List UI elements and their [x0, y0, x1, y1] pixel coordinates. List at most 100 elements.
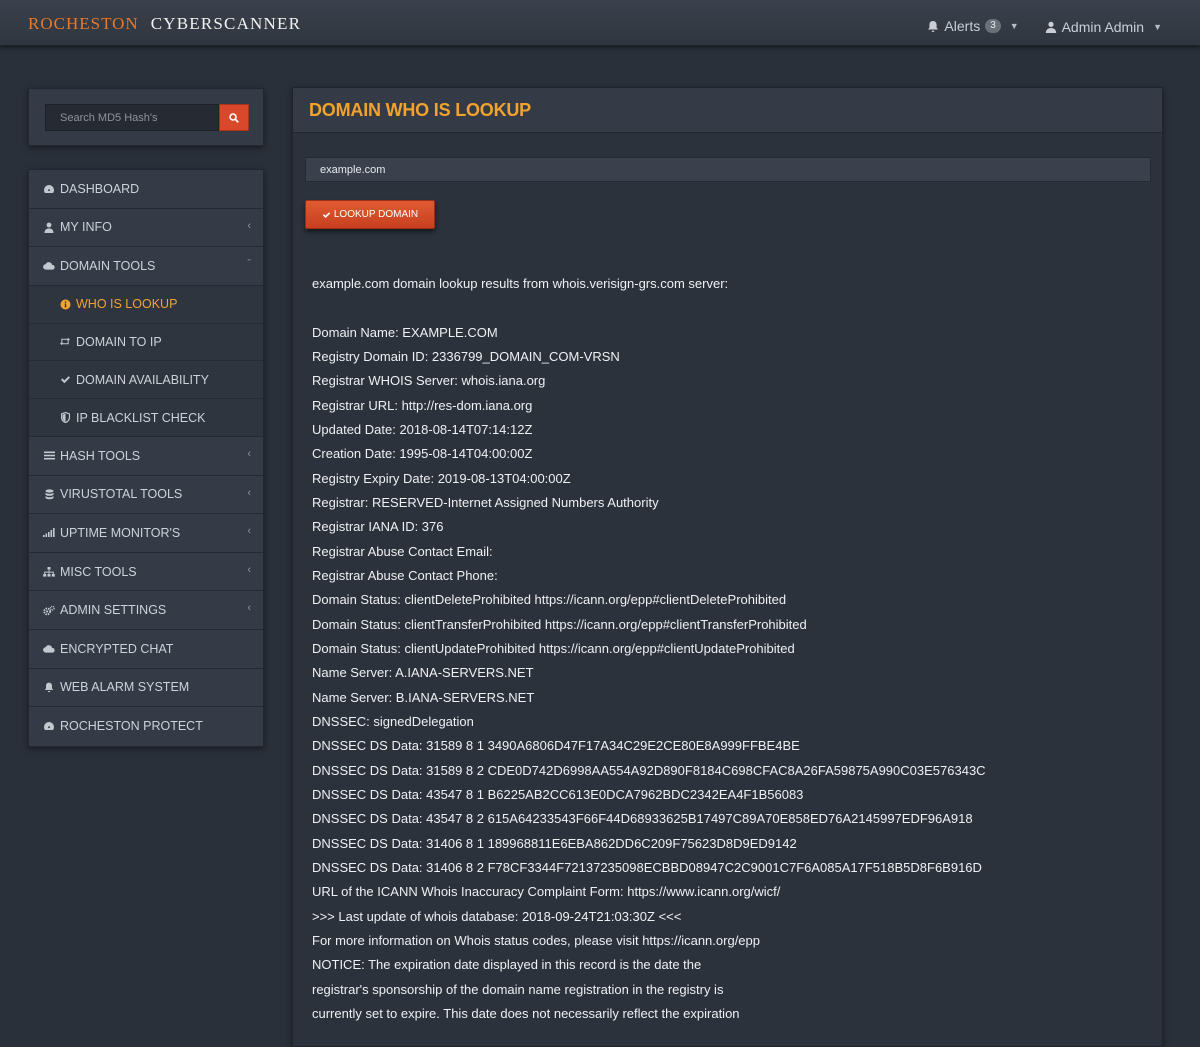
- main-panel: DOMAIN WHO IS LOOKUP LOOKUP DOMAIN examp…: [292, 87, 1163, 1047]
- sidebar-item-hash-tools[interactable]: HASH TOOLS ‹: [29, 437, 263, 476]
- search-icon: [229, 112, 239, 123]
- sidebar-item-admin-settings[interactable]: ADMIN SETTINGS ‹: [29, 591, 263, 630]
- user-name: Admin Admin: [1061, 18, 1145, 35]
- result-line: Registrar IANA ID: 376: [312, 519, 444, 535]
- info-icon: [59, 299, 71, 310]
- result-line: DNSSEC DS Data: 31589 8 1 3490A6806D47F1…: [312, 738, 800, 754]
- list-icon: [43, 451, 55, 460]
- result-line: Domain Status: clientDeleteProhibited ht…: [312, 592, 787, 608]
- retweet-icon: [59, 337, 71, 346]
- result-line: DNSSEC DS Data: 31406 8 1 189968811E6EBA…: [312, 835, 797, 851]
- chevron-down-icon: ▼: [1009, 21, 1019, 31]
- lookup-domain-label: LOOKUP DOMAIN: [333, 209, 419, 220]
- result-line: registrar's sponsorship of the domain na…: [312, 981, 724, 997]
- top-bar: ROCHESTON CYBERSCANNER Alerts 3 ▼ Admin A…: [0, 0, 1200, 46]
- sidebar-search: [28, 88, 264, 146]
- user-icon: [43, 222, 55, 233]
- alerts-count-badge: 3: [985, 19, 1001, 33]
- sidebar-item-label: IP BLACKLIST CHECK: [76, 410, 206, 425]
- result-line: DNSSEC DS Data: 31589 8 2 CDE0D742D6998A…: [312, 762, 986, 778]
- result-line: Updated Date: 2018-08-14T07:14:12Z: [312, 421, 533, 437]
- sidebar-item-rocheston-protect[interactable]: ROCHESTON PROTECT: [29, 707, 263, 746]
- sitemap-icon: [43, 566, 55, 577]
- results-intro: example.com domain lookup results from w…: [312, 276, 729, 291]
- sidebar-item-encrypted-chat[interactable]: ENCRYPTED CHAT: [29, 630, 263, 669]
- sidebar-item-label: WEB ALARM SYSTEM: [60, 680, 190, 695]
- signal-icon: [43, 528, 55, 538]
- top-nav: Alerts 3 ▼ Admin Admin ▼: [905, 18, 1162, 36]
- result-line: Domain Status: clientUpdateProhibited ht…: [312, 640, 795, 656]
- sidebar-item-label: DOMAIN TO IP: [76, 334, 162, 349]
- page-title: DOMAIN WHO IS LOOKUP: [309, 99, 531, 120]
- alerts-menu[interactable]: Alerts 3 ▼: [927, 18, 1019, 34]
- result-line: currently set to expire. This date does …: [312, 1006, 740, 1022]
- sidebar-item-label: ENCRYPTED CHAT: [60, 641, 174, 656]
- result-line: DNSSEC: signedDelegation: [312, 714, 474, 729]
- check-icon: [322, 211, 331, 218]
- database-icon: [43, 489, 55, 500]
- check-icon: [59, 375, 71, 384]
- sidebar-item-label: DASHBOARD: [60, 181, 140, 196]
- result-line: Registrar URL: http://res-dom.iana.org: [312, 397, 533, 413]
- sidebar-subitem-ip-blacklist-check[interactable]: IP BLACKLIST CHECK: [29, 399, 263, 437]
- sidebar-item-web-alarm-system[interactable]: WEB ALARM SYSTEM: [29, 669, 263, 708]
- domain-input[interactable]: [305, 157, 1151, 182]
- result-line: URL of the ICANN Whois Inaccuracy Compla…: [312, 884, 781, 900]
- sidebar-item-label: VIRUSTOTAL TOOLS: [60, 487, 183, 502]
- sidebar-item-virustotal-tools[interactable]: VIRUSTOTAL TOOLS ‹: [29, 476, 263, 515]
- user-icon: [1045, 21, 1056, 33]
- alerts-label: Alerts: [944, 18, 981, 34]
- sidebar-item-label: ADMIN SETTINGS: [60, 603, 167, 618]
- chevron-left-icon: ‹: [247, 602, 251, 615]
- bell-icon: [928, 20, 939, 32]
- sidebar-item-label: HASH TOOLS: [60, 448, 141, 463]
- result-line: DNSSEC DS Data: 43547 8 2 615A64233543F6…: [312, 811, 973, 827]
- sidebar-subitem-domain-to-ip[interactable]: DOMAIN TO IP: [29, 323, 263, 362]
- panel-header: DOMAIN WHO IS LOOKUP: [293, 88, 1162, 133]
- chevron-left-icon: ‹: [247, 219, 251, 232]
- sidebar-item-label: MY INFO: [60, 220, 112, 235]
- cloud-icon: [43, 261, 55, 271]
- search-button[interactable]: [219, 104, 249, 131]
- result-line: Registry Domain ID: 2336799_DOMAIN_COM-V…: [312, 348, 620, 364]
- sidebar-item-label: MISC TOOLS: [60, 564, 137, 579]
- result-line: Name Server: A.IANA-SERVERS.NET: [312, 665, 534, 681]
- result-line: Domain Status: clientTransferProhibited …: [312, 616, 807, 632]
- chevron-left-icon: ‹: [247, 563, 251, 576]
- sidebar-item-my-info[interactable]: MY INFO ‹: [29, 209, 263, 248]
- lookup-domain-button[interactable]: LOOKUP DOMAIN: [305, 200, 435, 229]
- cloud-icon: [43, 644, 55, 653]
- result-line: For more information on Whois status cod…: [312, 933, 760, 949]
- sidebar-subitem-domain-availability[interactable]: DOMAIN AVAILABILITY: [29, 361, 263, 400]
- sidebar-subitem-who-is-lookup[interactable]: WHO IS LOOKUP: [29, 285, 263, 324]
- chevron-down-icon: ˇ: [247, 258, 251, 271]
- sidebar-item-label: UPTIME MONITOR'S: [60, 525, 181, 540]
- chevron-left-icon: ‹: [247, 525, 251, 538]
- brand-product: CYBERSCANNER: [150, 14, 302, 33]
- result-line: Registrar WHOIS Server: whois.iana.org: [312, 373, 546, 389]
- result-line: NOTICE: The expiration date displayed in…: [312, 957, 702, 973]
- sidebar-item-label: DOMAIN AVAILABILITY: [76, 372, 209, 387]
- result-line: Registry Expiry Date: 2019-08-13T04:00:0…: [312, 470, 571, 486]
- chevron-left-icon: ‹: [247, 486, 251, 499]
- md5-search-input[interactable]: [45, 104, 219, 131]
- sidebar-menu: DASHBOARD MY INFO ‹ DOMAIN TOOLS ˇ WHO I…: [28, 169, 264, 747]
- brand-logo[interactable]: ROCHESTON CYBERSCANNER: [28, 14, 301, 34]
- result-line: Registrar Abuse Contact Email:: [312, 543, 493, 559]
- bell-icon: [43, 682, 55, 693]
- brand-name: ROCHESTON: [28, 14, 139, 33]
- sidebar-item-misc-tools[interactable]: MISC TOOLS ‹: [29, 553, 263, 592]
- user-menu[interactable]: Admin Admin ▼: [1045, 19, 1162, 35]
- result-line: Registrar Abuse Contact Phone:: [312, 567, 498, 583]
- sidebar-item-label: ROCHESTON PROTECT: [60, 719, 203, 734]
- sidebar-item-uptime-monitors[interactable]: UPTIME MONITOR'S ‹: [29, 514, 263, 553]
- chevron-left-icon: ‹: [247, 447, 251, 460]
- result-line: DNSSEC DS Data: 31406 8 2 F78CF3344F7213…: [312, 860, 982, 876]
- dashboard-icon: [43, 184, 55, 194]
- dashboard-icon: [43, 721, 55, 731]
- sidebar-item-dashboard[interactable]: DASHBOARD: [29, 170, 263, 209]
- result-line: Creation Date: 1995-08-14T04:00:00Z: [312, 446, 533, 462]
- sidebar-item-label: DOMAIN TOOLS: [60, 258, 156, 273]
- sidebar-item-domain-tools[interactable]: DOMAIN TOOLS ˇ: [29, 247, 263, 286]
- cogs-icon: [43, 605, 55, 616]
